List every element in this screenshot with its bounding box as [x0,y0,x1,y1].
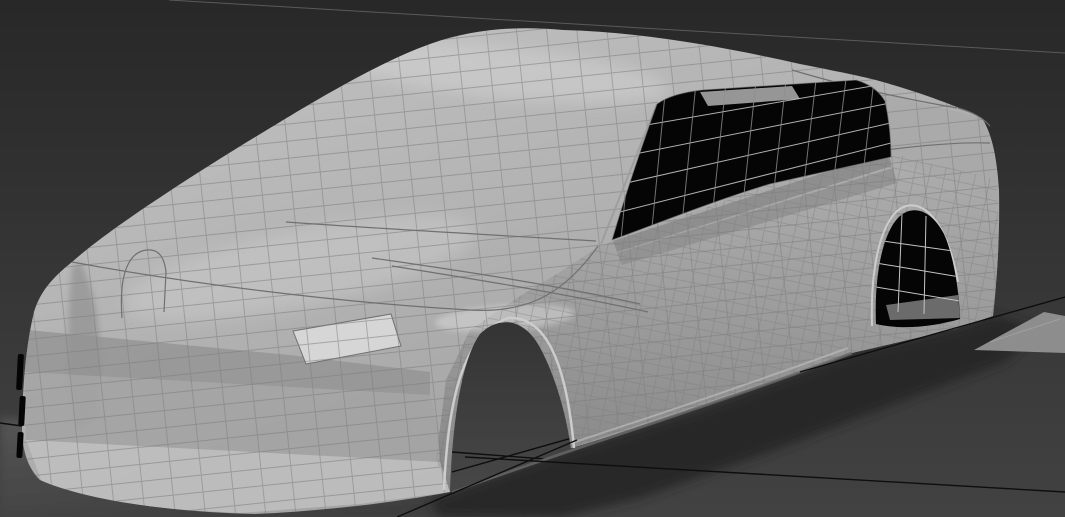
viewport-canvas[interactable] [0,0,1065,517]
viewport-3d[interactable] [0,0,1065,517]
